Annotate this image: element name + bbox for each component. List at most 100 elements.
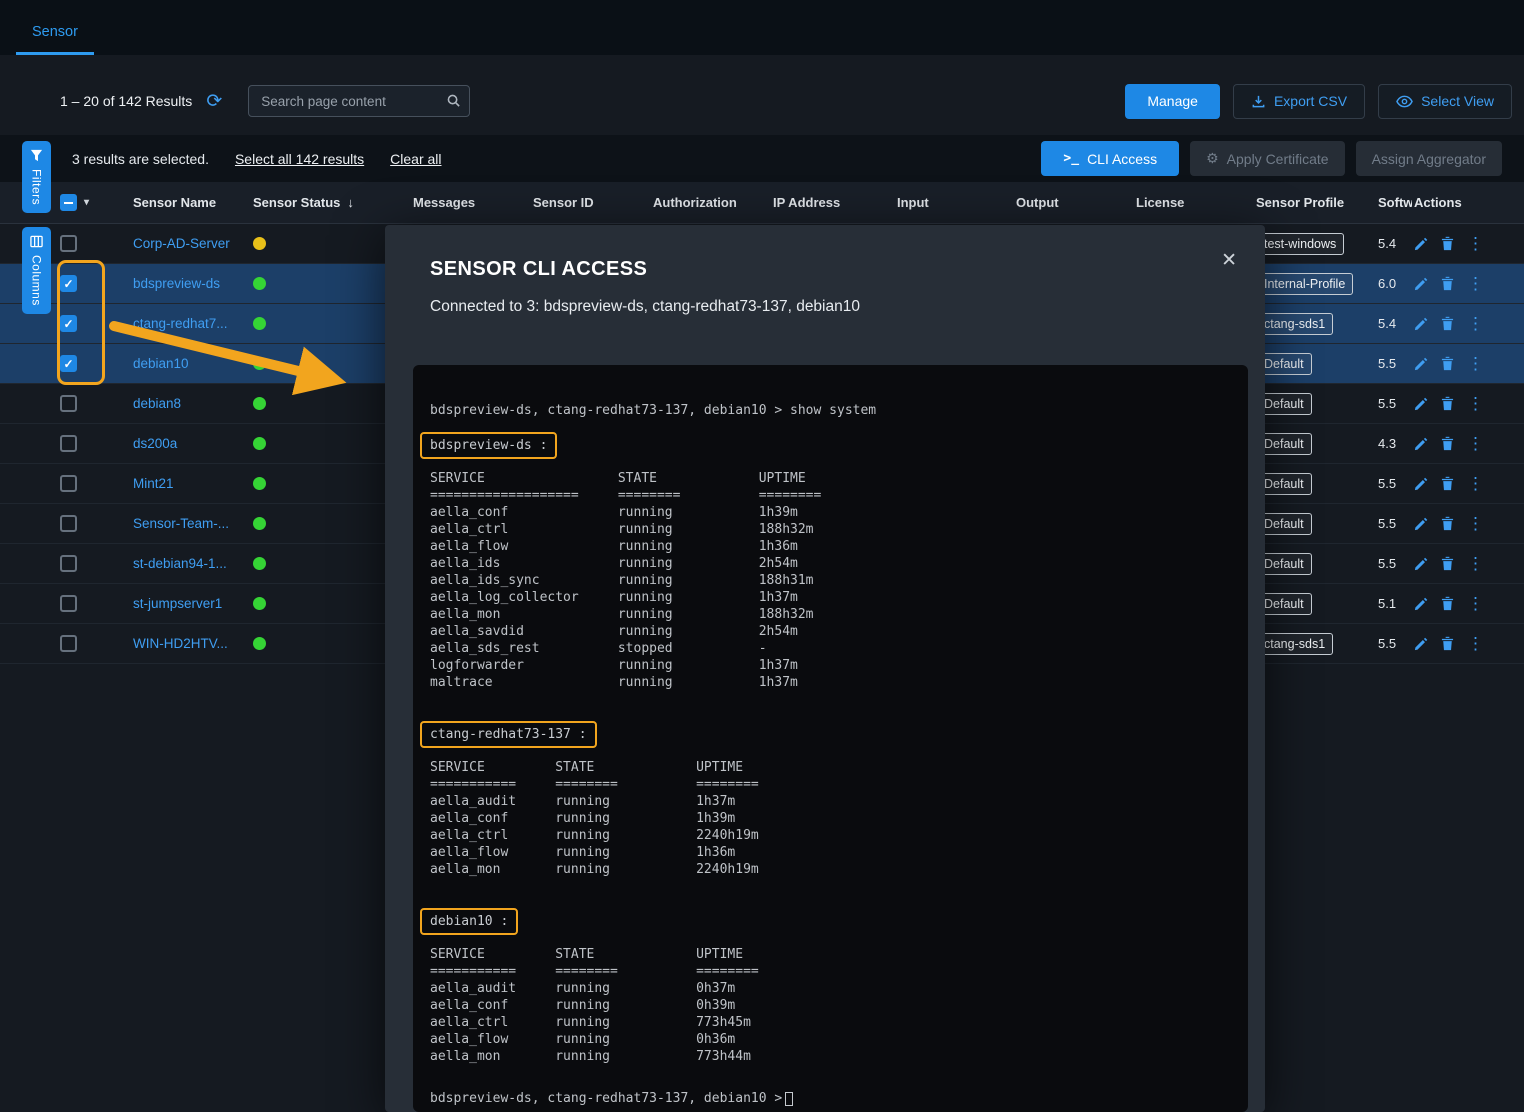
delete-icon[interactable] — [1441, 556, 1454, 571]
terminal-prompt-text: bdspreview-ds, ctang-redhat73-137, debia… — [430, 1090, 782, 1107]
eye-icon — [1396, 95, 1413, 108]
terminal-sections: bdspreview-ds :SERVICE STATE UPTIME ====… — [430, 432, 1234, 1065]
cli-access-button[interactable]: >_ CLI Access — [1041, 141, 1179, 176]
select-view-label: Select View — [1421, 93, 1494, 109]
assign-aggregator-button[interactable]: Assign Aggregator — [1356, 141, 1502, 176]
more-actions-icon[interactable]: ⋮ — [1467, 555, 1484, 572]
row-checkbox[interactable]: ✓ — [60, 435, 77, 452]
row-checkbox[interactable]: ✓ — [60, 555, 77, 572]
column-header-software-version[interactable]: Software Version — [1378, 195, 1412, 210]
close-icon[interactable]: ✕ — [1221, 249, 1237, 272]
sensor-name-link[interactable]: debian10 — [133, 356, 189, 371]
more-actions-icon[interactable]: ⋮ — [1467, 275, 1484, 292]
apply-certificate-button[interactable]: ⚙ Apply Certificate — [1190, 141, 1345, 176]
delete-icon[interactable] — [1441, 396, 1454, 411]
column-header-license[interactable]: License — [1136, 195, 1256, 210]
select-all-checkbox[interactable] — [60, 194, 77, 211]
edit-icon[interactable] — [1414, 477, 1428, 491]
clear-all-link[interactable]: Clear all — [390, 151, 441, 167]
more-actions-icon[interactable]: ⋮ — [1467, 635, 1484, 652]
sensor-name-link[interactable]: debian8 — [133, 396, 181, 411]
top-navigation-bar: Sensor — [0, 0, 1524, 55]
edit-icon[interactable] — [1414, 357, 1428, 371]
delete-icon[interactable] — [1441, 636, 1454, 651]
bulk-actions: >_ CLI Access ⚙ Apply Certificate Assign… — [1041, 141, 1502, 176]
sensor-name-link[interactable]: ds200a — [133, 436, 177, 451]
filters-tab[interactable]: Filters — [22, 141, 51, 213]
terminal-prompt: bdspreview-ds, ctang-redhat73-137, debia… — [430, 1090, 793, 1107]
cli-terminal[interactable]: bdspreview-ds, ctang-redhat73-137, debia… — [413, 365, 1248, 1112]
edit-icon[interactable] — [1414, 557, 1428, 571]
row-checkbox[interactable]: ✓ — [60, 395, 77, 412]
more-actions-icon[interactable]: ⋮ — [1467, 395, 1484, 412]
results-count: 1 – 20 of 142 Results — [60, 93, 192, 109]
column-header-sensor-id[interactable]: Sensor ID — [533, 195, 653, 210]
sensor-name-link[interactable]: Mint21 — [133, 476, 174, 491]
sensor-profile-chip: ctang-sds1 — [1256, 633, 1333, 655]
sensor-name-link[interactable]: WIN-HD2HTV... — [133, 636, 228, 651]
refresh-icon[interactable]: ⟳ — [206, 92, 222, 111]
export-csv-button[interactable]: Export CSV — [1233, 84, 1365, 119]
delete-icon[interactable] — [1441, 516, 1454, 531]
sensor-name-link[interactable]: ctang-redhat7... — [133, 316, 228, 331]
delete-icon[interactable] — [1441, 436, 1454, 451]
column-header-sensor-profile[interactable]: Sensor Profile — [1256, 195, 1378, 210]
row-checkbox[interactable]: ✓ — [60, 235, 77, 252]
column-header-input[interactable]: Input — [897, 195, 1016, 210]
manage-button[interactable]: Manage — [1125, 84, 1220, 119]
select-all-link[interactable]: Select all 142 results — [235, 151, 364, 167]
sensor-profile-chip: ctang-sds1 — [1256, 313, 1333, 335]
more-actions-icon[interactable]: ⋮ — [1467, 235, 1484, 252]
edit-icon[interactable] — [1414, 397, 1428, 411]
delete-icon[interactable] — [1441, 276, 1454, 291]
row-checkbox[interactable]: ✓ — [60, 275, 77, 292]
edit-icon[interactable] — [1414, 237, 1428, 251]
delete-icon[interactable] — [1441, 316, 1454, 331]
search-icon[interactable] — [446, 93, 461, 108]
more-actions-icon[interactable]: ⋮ — [1467, 595, 1484, 612]
edit-icon[interactable] — [1414, 637, 1428, 651]
chevron-down-icon[interactable]: ▾ — [84, 197, 89, 208]
sensor-name-link[interactable]: Sensor-Team-... — [133, 516, 229, 531]
row-checkbox[interactable]: ✓ — [60, 635, 77, 652]
row-checkbox[interactable]: ✓ — [60, 595, 77, 612]
delete-icon[interactable] — [1441, 596, 1454, 611]
edit-icon[interactable] — [1414, 277, 1428, 291]
select-view-button[interactable]: Select View — [1378, 84, 1512, 119]
row-checkbox[interactable]: ✓ — [60, 475, 77, 492]
column-header-ip-address[interactable]: IP Address — [773, 195, 897, 210]
column-header-sensor-name[interactable]: Sensor Name — [133, 195, 253, 210]
tab-sensor[interactable]: Sensor — [16, 10, 94, 55]
column-header-authorization[interactable]: Authorization — [653, 195, 773, 210]
sensor-name-link[interactable]: Corp-AD-Server — [133, 236, 230, 251]
software-version: 5.4 — [1378, 236, 1396, 251]
status-dot — [253, 277, 266, 290]
more-actions-icon[interactable]: ⋮ — [1467, 315, 1484, 332]
delete-icon[interactable] — [1441, 236, 1454, 251]
search-input[interactable] — [248, 85, 470, 117]
terminal-command-line: bdspreview-ds, ctang-redhat73-137, debia… — [430, 402, 1234, 419]
more-actions-icon[interactable]: ⋮ — [1467, 435, 1484, 452]
row-checkbox[interactable]: ✓ — [60, 355, 77, 372]
more-actions-icon[interactable]: ⋮ — [1467, 515, 1484, 532]
sort-desc-icon[interactable]: ↓ — [347, 195, 354, 210]
delete-icon[interactable] — [1441, 476, 1454, 491]
sensor-name-link[interactable]: st-debian94-1... — [133, 556, 227, 571]
more-actions-icon[interactable]: ⋮ — [1467, 355, 1484, 372]
more-actions-icon[interactable]: ⋮ — [1467, 475, 1484, 492]
row-checkbox[interactable]: ✓ — [60, 515, 77, 532]
edit-icon[interactable] — [1414, 317, 1428, 331]
delete-icon[interactable] — [1441, 356, 1454, 371]
column-header-messages[interactable]: Messages — [413, 195, 533, 210]
sensor-name-link[interactable]: st-jumpserver1 — [133, 596, 222, 611]
edit-icon[interactable] — [1414, 437, 1428, 451]
columns-tab[interactable]: Columns — [22, 227, 51, 314]
status-dot — [253, 597, 266, 610]
sensor-name-link[interactable]: bdspreview-ds — [133, 276, 220, 291]
column-header-output[interactable]: Output — [1016, 195, 1136, 210]
edit-icon[interactable] — [1414, 517, 1428, 531]
side-tabs: Filters Columns — [22, 141, 51, 314]
row-checkbox[interactable]: ✓ — [60, 315, 77, 332]
edit-icon[interactable] — [1414, 597, 1428, 611]
column-header-sensor-status[interactable]: Sensor Status ↓ — [253, 195, 413, 210]
